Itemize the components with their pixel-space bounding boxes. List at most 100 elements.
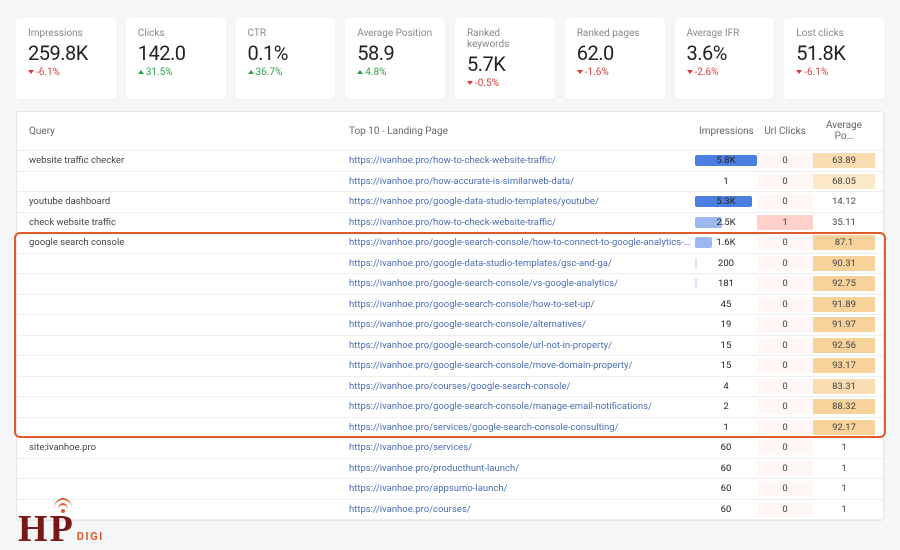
cell-landing-page[interactable]: https://ivanhoe.pro/google-data-studio-t… <box>345 194 695 209</box>
cell-landing-page[interactable]: https://ivanhoe.pro/how-to-check-website… <box>345 153 695 168</box>
table-row[interactable]: https://ivanhoe.pro/google-data-studio-t… <box>17 254 883 275</box>
cell-landing-page[interactable]: https://ivanhoe.pro/services/google-sear… <box>345 420 695 435</box>
table-row[interactable]: https://ivanhoe.pro/courses/google-searc… <box>17 377 883 398</box>
cell-url-clicks: 0 <box>757 358 813 373</box>
cell-landing-page[interactable]: https://ivanhoe.pro/services/ <box>345 440 695 455</box>
metric-card[interactable]: Average Position58.94.8% <box>345 18 445 99</box>
cell-landing-page[interactable]: https://ivanhoe.pro/how-to-check-website… <box>345 215 695 230</box>
cell-url-clicks: 0 <box>757 174 813 189</box>
table-row[interactable]: check website traffichttps://ivanhoe.pro… <box>17 213 883 234</box>
cell-url-clicks: 0 <box>757 276 813 291</box>
cell-landing-page[interactable]: https://ivanhoe.pro/producthunt-launch/ <box>345 461 695 476</box>
table-row[interactable]: site:ivanhoe.prohttps://ivanhoe.pro/serv… <box>17 438 883 459</box>
cell-impressions: 1 <box>695 420 757 435</box>
table-row[interactable]: https://ivanhoe.pro/services/google-sear… <box>17 418 883 439</box>
cell-landing-page[interactable]: https://ivanhoe.pro/appsumo-launch/ <box>345 481 695 496</box>
metric-card[interactable]: Lost clicks51.8K-6.1% <box>784 18 884 99</box>
cell-query <box>25 384 345 388</box>
cell-query <box>25 507 345 511</box>
cell-landing-page[interactable]: https://ivanhoe.pro/google-search-consol… <box>345 297 695 312</box>
cell-avg-position: 35.11 <box>813 215 875 230</box>
metric-value: 62.0 <box>577 41 653 65</box>
metric-card[interactable]: Clicks142.031.5% <box>126 18 226 99</box>
metric-value: 259.8K <box>28 41 104 65</box>
table-row[interactable]: website traffic checkerhttps://ivanhoe.p… <box>17 151 883 172</box>
metric-delta: -2.6% <box>687 67 763 78</box>
table-row[interactable]: https://ivanhoe.pro/google-search-consol… <box>17 336 883 357</box>
cell-impressions: 60 <box>695 440 757 455</box>
cell-impressions: 5.3K <box>695 194 757 209</box>
arrow-down-icon <box>796 70 802 74</box>
wifi-icon <box>53 498 73 512</box>
cell-query: site:ivanhoe.pro <box>25 440 345 455</box>
cell-impressions: 200 <box>695 256 757 271</box>
cell-landing-page[interactable]: https://ivanhoe.pro/google-search-consol… <box>345 358 695 373</box>
cell-query: check website traffic <box>25 215 345 230</box>
cell-landing-page[interactable]: https://ivanhoe.pro/how-accurate-is-simi… <box>345 174 695 189</box>
cell-query: google search console <box>25 235 345 250</box>
table-row[interactable]: google search consolehttps://ivanhoe.pro… <box>17 233 883 254</box>
cell-url-clicks: 0 <box>757 317 813 332</box>
cell-url-clicks: 0 <box>757 194 813 209</box>
cell-impressions: 60 <box>695 481 757 496</box>
metric-label: CTR <box>248 28 324 39</box>
cell-avg-position: 92.75 <box>813 276 875 291</box>
cell-avg-position: 88.32 <box>813 399 875 414</box>
cell-landing-page[interactable]: https://ivanhoe.pro/google-search-consol… <box>345 399 695 414</box>
table-row[interactable]: https://ivanhoe.pro/google-search-consol… <box>17 274 883 295</box>
table-row[interactable]: https://ivanhoe.pro/courses/6001 <box>17 500 883 521</box>
col-url-clicks[interactable]: Url Clicks <box>757 124 813 139</box>
cell-avg-position: 92.17 <box>813 420 875 435</box>
cell-query <box>25 466 345 470</box>
table-row[interactable]: https://ivanhoe.pro/producthunt-launch/6… <box>17 459 883 480</box>
cell-url-clicks: 1 <box>757 215 813 230</box>
metric-delta: 4.8% <box>357 67 433 78</box>
col-landing-page[interactable]: Top 10 - Landing Page <box>345 124 695 139</box>
table-row[interactable]: https://ivanhoe.pro/google-search-consol… <box>17 397 883 418</box>
cell-url-clicks: 0 <box>757 440 813 455</box>
metric-delta: -6.1% <box>28 67 104 78</box>
cell-query <box>25 179 345 183</box>
metric-value: 3.6% <box>687 41 763 65</box>
cell-landing-page[interactable]: https://ivanhoe.pro/google-search-consol… <box>345 317 695 332</box>
metric-card[interactable]: CTR0.1%36.7% <box>236 18 336 99</box>
cell-query <box>25 323 345 327</box>
cell-impressions: 2 <box>695 399 757 414</box>
metric-delta: -0.5% <box>467 78 543 89</box>
table-header: Query Top 10 - Landing Page Impressions … <box>17 112 883 151</box>
cell-landing-page[interactable]: https://ivanhoe.pro/google-data-studio-t… <box>345 256 695 271</box>
cell-landing-page[interactable]: https://ivanhoe.pro/google-search-consol… <box>345 338 695 353</box>
metric-card[interactable]: Ranked pages62.0-1.6% <box>565 18 665 99</box>
cell-query <box>25 302 345 306</box>
metric-delta: 31.5% <box>138 67 214 78</box>
cell-impressions: 15 <box>695 338 757 353</box>
col-query[interactable]: Query <box>25 124 345 139</box>
col-average-position[interactable]: Average Po… <box>813 118 875 144</box>
cell-impressions: 1.6K <box>695 235 757 250</box>
cell-impressions: 60 <box>695 502 757 517</box>
cell-landing-page[interactable]: https://ivanhoe.pro/courses/google-searc… <box>345 379 695 394</box>
table-row[interactable]: youtube dashboardhttps://ivanhoe.pro/goo… <box>17 192 883 213</box>
table-row[interactable]: https://ivanhoe.pro/appsumo-launch/6001 <box>17 479 883 500</box>
table-row[interactable]: https://ivanhoe.pro/how-accurate-is-simi… <box>17 172 883 193</box>
metric-label: Lost clicks <box>796 28 872 39</box>
cell-impressions: 45 <box>695 297 757 312</box>
cell-avg-position: 1 <box>813 461 875 476</box>
metric-card[interactable]: Average IFR3.6%-2.6% <box>675 18 775 99</box>
cell-query <box>25 261 345 265</box>
cell-avg-position: 92.56 <box>813 338 875 353</box>
table-row[interactable]: https://ivanhoe.pro/google-search-consol… <box>17 315 883 336</box>
metric-value: 51.8K <box>796 41 872 65</box>
cell-query <box>25 343 345 347</box>
col-impressions[interactable]: Impressions <box>695 124 757 139</box>
metric-card[interactable]: Impressions259.8K-6.1% <box>16 18 116 99</box>
cell-landing-page[interactable]: https://ivanhoe.pro/courses/ <box>345 502 695 517</box>
cell-landing-page[interactable]: https://ivanhoe.pro/google-search-consol… <box>345 235 695 250</box>
cell-url-clicks: 0 <box>757 153 813 168</box>
cell-avg-position: 1 <box>813 440 875 455</box>
cell-landing-page[interactable]: https://ivanhoe.pro/google-search-consol… <box>345 276 695 291</box>
metric-card[interactable]: Ranked keywords5.7K-0.5% <box>455 18 555 99</box>
table-row[interactable]: https://ivanhoe.pro/google-search-consol… <box>17 356 883 377</box>
arrow-up-icon <box>357 70 363 74</box>
table-row[interactable]: https://ivanhoe.pro/google-search-consol… <box>17 295 883 316</box>
